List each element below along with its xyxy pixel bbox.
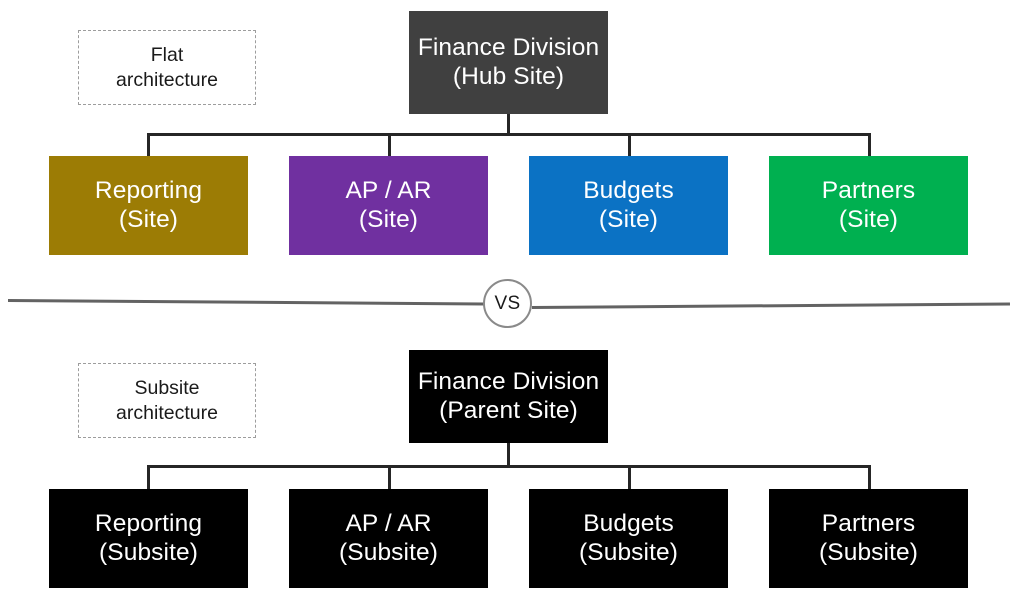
subsite-branch-connector-apar (388, 465, 391, 489)
subsite-node-budgets[interactable]: Budgets (Subsite) (529, 489, 728, 588)
flat-caption-line1: Flat (150, 44, 184, 67)
subsite-caption-line2: architecture (116, 401, 218, 424)
flat-hub-site-node[interactable]: Finance Division (Hub Site) (409, 11, 608, 114)
flat-branch-connector-budgets (628, 133, 631, 157)
subsite-root-stem-connector (507, 443, 510, 467)
subsite-budgets-title: Budgets (583, 509, 674, 537)
subsite-horizontal-bus-connector (147, 465, 870, 468)
flat-root-stem-connector (507, 114, 510, 135)
subsite-node-partners[interactable]: Partners (Subsite) (769, 489, 968, 588)
flat-site-node-apar[interactable]: AP / AR (Site) (289, 156, 488, 255)
versus-badge: VS (483, 279, 532, 328)
flat-site-node-budgets[interactable]: Budgets (Site) (529, 156, 728, 255)
flat-branch-connector-partners (868, 133, 871, 157)
flat-budgets-subtitle: (Site) (598, 205, 659, 233)
flat-branch-connector-apar (388, 133, 391, 157)
flat-partners-subtitle: (Site) (838, 205, 899, 233)
subsite-caption-line1: Subsite (134, 377, 200, 400)
divider-line-right (531, 302, 1010, 309)
versus-label: VS (494, 292, 521, 314)
flat-caption-line2: architecture (116, 68, 218, 91)
subsite-branch-connector-partners (868, 465, 871, 489)
subsite-node-apar[interactable]: AP / AR (Subsite) (289, 489, 488, 588)
flat-partners-title: Partners (821, 176, 916, 204)
flat-budgets-title: Budgets (583, 176, 674, 204)
subsite-node-reporting[interactable]: Reporting (Subsite) (49, 489, 248, 588)
subsite-parent-subtitle: (Parent Site) (439, 396, 578, 424)
flat-site-node-reporting[interactable]: Reporting (Site) (49, 156, 248, 255)
subsite-architecture-caption: Subsite architecture (78, 363, 256, 438)
subsite-branch-connector-budgets (628, 465, 631, 489)
subsite-partners-subtitle: (Subsite) (819, 538, 918, 566)
flat-horizontal-bus-connector (147, 133, 870, 136)
subsite-branch-connector-reporting (147, 465, 150, 489)
divider-line-left (7, 299, 484, 306)
subsite-budgets-subtitle: (Subsite) (579, 538, 678, 566)
flat-apar-subtitle: (Site) (358, 205, 419, 233)
subsite-partners-title: Partners (821, 509, 916, 537)
flat-site-node-partners[interactable]: Partners (Site) (769, 156, 968, 255)
flat-apar-title: AP / AR (345, 176, 432, 204)
subsite-apar-title: AP / AR (345, 509, 432, 537)
flat-branch-connector-reporting (147, 133, 150, 157)
subsite-parent-title: Finance Division (417, 367, 600, 395)
subsite-parent-site-node[interactable]: Finance Division (Parent Site) (409, 350, 608, 443)
flat-reporting-subtitle: (Site) (118, 205, 179, 233)
subsite-apar-subtitle: (Subsite) (339, 538, 438, 566)
flat-reporting-title: Reporting (94, 176, 203, 204)
flat-architecture-caption: Flat architecture (78, 30, 256, 105)
subsite-reporting-subtitle: (Subsite) (99, 538, 198, 566)
flat-hub-title: Finance Division (417, 33, 600, 61)
architecture-comparison-diagram: Flat architecture Finance Division (Hub … (0, 0, 1017, 606)
flat-hub-subtitle: (Hub Site) (452, 62, 565, 90)
subsite-reporting-title: Reporting (94, 509, 203, 537)
